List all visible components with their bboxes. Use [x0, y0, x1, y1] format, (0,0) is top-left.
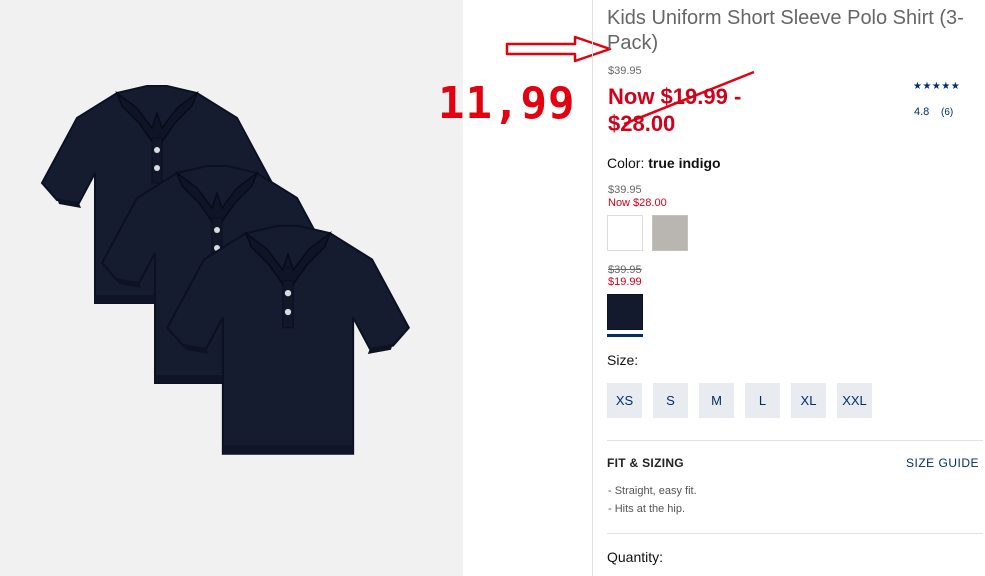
column-divider — [592, 0, 593, 576]
size-option-xxl[interactable]: XXL — [837, 383, 872, 418]
product-title: Kids Uniform Short Sleeve Polo Shirt (3-… — [607, 7, 964, 54]
fit-bullet: - Straight, easy fit. — [608, 485, 697, 497]
color-label-text: Color: — [607, 155, 649, 171]
size-option-xl[interactable]: XL — [791, 383, 826, 418]
sale-price: Now $19.99 - $28.00 — [608, 84, 742, 136]
original-price: $39.95 — [608, 65, 642, 77]
swatch-selected-indicator — [607, 334, 643, 337]
swatch-heather-gray[interactable] — [652, 215, 688, 251]
annotation-price: 11,99 — [438, 78, 576, 129]
product-image[interactable] — [0, 0, 463, 576]
size-guide-link[interactable]: SIZE GUIDE — [906, 456, 979, 470]
color-value: true indigo — [648, 155, 721, 171]
color-label: Color: true indigo — [607, 155, 721, 171]
fit-sizing-heading[interactable]: FIT & SIZING — [607, 456, 684, 470]
quantity-label: Quantity: — [607, 549, 664, 565]
polo-shirt-front — [166, 224, 410, 455]
rating-stars-icon[interactable]: ★★★★★ — [913, 81, 960, 92]
size-option-l[interactable]: L — [745, 383, 780, 418]
swatch-white[interactable] — [607, 215, 643, 251]
fit-bullet: - Hits at the hip. — [608, 503, 686, 515]
polo-shirts-image — [41, 85, 410, 455]
size-option-s[interactable]: S — [653, 383, 688, 418]
rating-value: 4.8 — [914, 106, 930, 118]
section-divider — [607, 440, 983, 441]
section-divider — [607, 533, 983, 534]
swatch-group-original-price: $39.95 — [608, 264, 642, 276]
swatch-group-sale-price: Now $28.00 — [608, 197, 667, 209]
size-option-xs[interactable]: XS — [607, 383, 642, 418]
size-label: Size: — [607, 352, 639, 368]
annotation-arrow-icon — [505, 35, 612, 63]
swatch-true-indigo[interactable] — [607, 294, 643, 330]
swatch-group-original-price: $39.95 — [608, 184, 642, 196]
size-option-m[interactable]: M — [699, 383, 734, 418]
review-count-link[interactable]: (6) — [941, 107, 953, 118]
swatch-group-sale-price: $19.99 — [608, 276, 642, 288]
